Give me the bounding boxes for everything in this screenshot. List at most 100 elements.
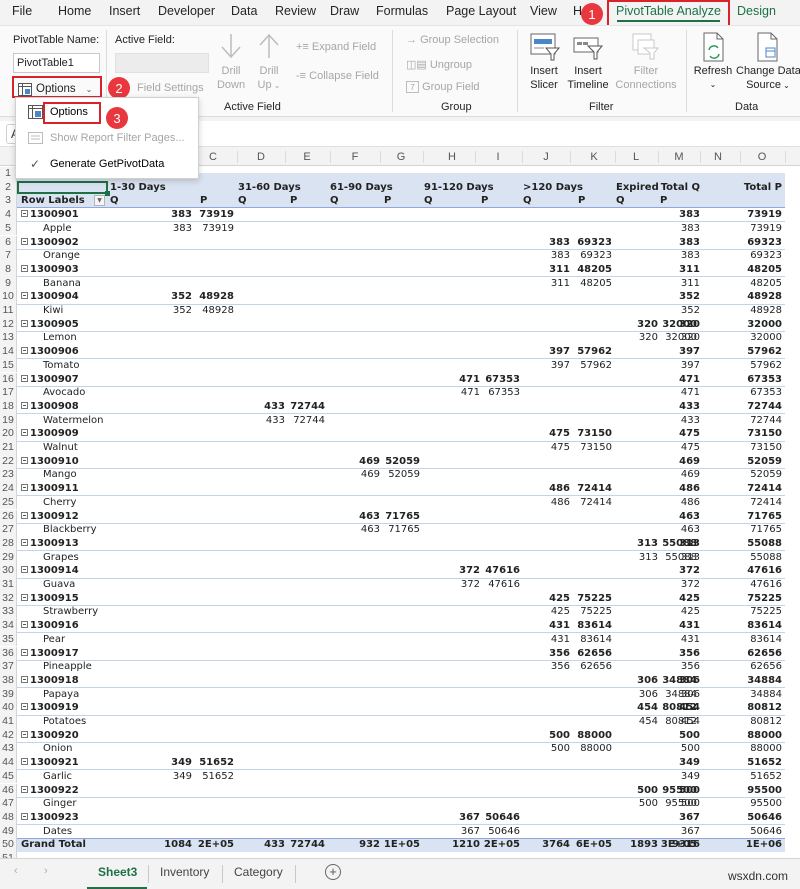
row-header[interactable]: 35 — [0, 632, 17, 647]
tab-data[interactable]: Data — [231, 4, 257, 18]
scroll-left-icon[interactable]: ‹ — [14, 865, 18, 877]
collapse-icon[interactable] — [21, 429, 28, 437]
row-header[interactable]: 5 — [0, 221, 17, 236]
collapse-icon[interactable] — [21, 319, 28, 327]
group-row-label[interactable]: 1300906 — [21, 345, 79, 359]
tab-review[interactable]: Review — [275, 4, 316, 18]
pivottable-name-input[interactable]: PivotTable1 — [13, 53, 100, 73]
column-header-g[interactable]: G — [391, 151, 411, 163]
group-row-label[interactable]: 1300905 — [21, 318, 79, 332]
row-header[interactable]: 48 — [0, 810, 17, 825]
collapse-icon[interactable] — [21, 264, 28, 272]
row-header[interactable]: 37 — [0, 660, 17, 674]
item-row-label[interactable]: Strawberry — [43, 605, 98, 619]
item-row-label[interactable]: Avocado — [43, 386, 85, 400]
collapse-icon[interactable] — [21, 785, 28, 793]
group-row-label[interactable]: 1300914 — [21, 564, 79, 578]
item-row-label[interactable]: Lemon — [43, 331, 77, 345]
item-row-label[interactable]: Potatoes — [43, 715, 86, 729]
row-header[interactable]: 17 — [0, 386, 17, 400]
row-header[interactable]: 13 — [0, 331, 17, 346]
item-row-label[interactable]: Guava — [43, 578, 75, 592]
group-row-label[interactable]: 1300909 — [21, 427, 79, 441]
row-header[interactable]: 19 — [0, 413, 17, 428]
tab-draw[interactable]: Draw — [330, 4, 359, 18]
item-row-label[interactable]: Tomato — [43, 359, 79, 373]
expand-field-button[interactable]: +≡ Expand Field — [296, 41, 376, 53]
row-header[interactable]: 20 — [0, 427, 17, 441]
item-row-label[interactable]: Dates — [43, 825, 72, 839]
scroll-right-icon[interactable]: › — [44, 865, 48, 877]
column-header-e[interactable]: E — [297, 151, 317, 163]
row-header[interactable]: 9 — [0, 276, 17, 291]
column-header-i[interactable]: I — [488, 151, 508, 163]
row-header[interactable]: 40 — [0, 701, 17, 715]
change-data-source-button[interactable]: Change Data Source ⌄ — [736, 64, 800, 93]
collapse-icon[interactable] — [21, 347, 28, 355]
row-header[interactable]: 10 — [0, 290, 17, 304]
row-header[interactable]: 43 — [0, 742, 17, 757]
drill-up-button[interactable]: Drill Up ⌄ — [253, 64, 285, 93]
group-selection-button[interactable]: → Group Selection — [406, 34, 499, 46]
tab-page-layout[interactable]: Page Layout — [446, 4, 516, 18]
collapse-icon[interactable] — [21, 292, 28, 300]
ungroup-button[interactable]: ◫▤ Ungroup — [406, 58, 472, 71]
row-header[interactable]: 49 — [0, 824, 17, 839]
group-row-label[interactable]: 1300921 — [21, 756, 79, 770]
row-header[interactable]: 39 — [0, 687, 17, 702]
item-row-label[interactable]: Papaya — [43, 688, 79, 702]
item-row-label[interactable]: Onion — [43, 742, 72, 756]
group-row-label[interactable]: 1300910 — [21, 455, 79, 469]
group-row-label[interactable]: 1300903 — [21, 263, 79, 277]
tab-insert[interactable]: Insert — [109, 4, 140, 18]
row-header[interactable]: 22 — [0, 454, 17, 469]
collapse-icon[interactable] — [21, 758, 28, 766]
collapse-icon[interactable] — [21, 703, 28, 711]
column-header-j[interactable]: J — [536, 151, 556, 163]
group-row-label[interactable]: 1300902 — [21, 236, 79, 250]
sheet-tab-sheet3[interactable]: Sheet3 — [98, 865, 137, 879]
row-header[interactable]: 29 — [0, 550, 17, 565]
row-header[interactable]: 23 — [0, 468, 17, 483]
tab-formulas[interactable]: Formulas — [376, 4, 428, 18]
item-row-label[interactable]: Blackberry — [43, 523, 97, 537]
row-header[interactable]: 31 — [0, 578, 17, 592]
row-header[interactable]: 47 — [0, 797, 17, 811]
row-labels-filter-button[interactable]: ▼ — [94, 195, 105, 207]
row-header[interactable]: 38 — [0, 673, 17, 688]
drill-down-button[interactable]: Drill Down — [214, 64, 248, 92]
insert-timeline-button[interactable]: Insert Timeline — [566, 64, 610, 92]
item-row-label[interactable]: Apple — [43, 222, 71, 236]
options-dropdown-button[interactable]: Options ⌄ — [15, 79, 100, 99]
row-header[interactable]: 16 — [0, 372, 17, 387]
row-header[interactable]: 21 — [0, 441, 17, 455]
menu-item-show-report-filter-pages[interactable]: Show Report Filter Pages... — [16, 126, 198, 150]
item-row-label[interactable]: Ginger — [43, 797, 76, 811]
tab-developer[interactable]: Developer — [158, 4, 215, 18]
row-header[interactable]: 50 — [0, 838, 17, 852]
menu-item-generate-getpivotdata[interactable]: ✓ Generate GetPivotData — [16, 152, 198, 176]
row-header[interactable]: 6 — [0, 235, 17, 250]
row-header[interactable]: 30 — [0, 564, 17, 578]
collapse-icon[interactable] — [21, 593, 28, 601]
row-header[interactable]: 26 — [0, 509, 17, 524]
row-header[interactable]: 27 — [0, 523, 17, 537]
row-header[interactable]: 25 — [0, 495, 17, 510]
add-sheet-button[interactable]: + — [325, 864, 341, 880]
group-row-label[interactable]: 1300923 — [21, 811, 79, 825]
group-row-label[interactable]: 1300919 — [21, 701, 79, 715]
group-row-label[interactable]: 1300907 — [21, 373, 79, 387]
item-row-label[interactable]: Watermelon — [43, 414, 104, 428]
row-header[interactable]: 46 — [0, 783, 17, 798]
row-header[interactable]: 15 — [0, 358, 17, 373]
tab-home[interactable]: Home — [58, 4, 91, 18]
field-settings-button[interactable]: Field Settings — [137, 82, 204, 94]
row-header[interactable]: 28 — [0, 536, 17, 551]
item-row-label[interactable]: Pineapple — [43, 660, 92, 674]
group-row-label[interactable]: 1300913 — [21, 537, 79, 551]
row-header[interactable]: 7 — [0, 249, 17, 263]
row-header[interactable]: 34 — [0, 619, 17, 633]
row-header[interactable]: 4 — [0, 208, 17, 222]
column-header-m[interactable]: M — [669, 151, 689, 163]
row-header[interactable]: 18 — [0, 399, 17, 414]
